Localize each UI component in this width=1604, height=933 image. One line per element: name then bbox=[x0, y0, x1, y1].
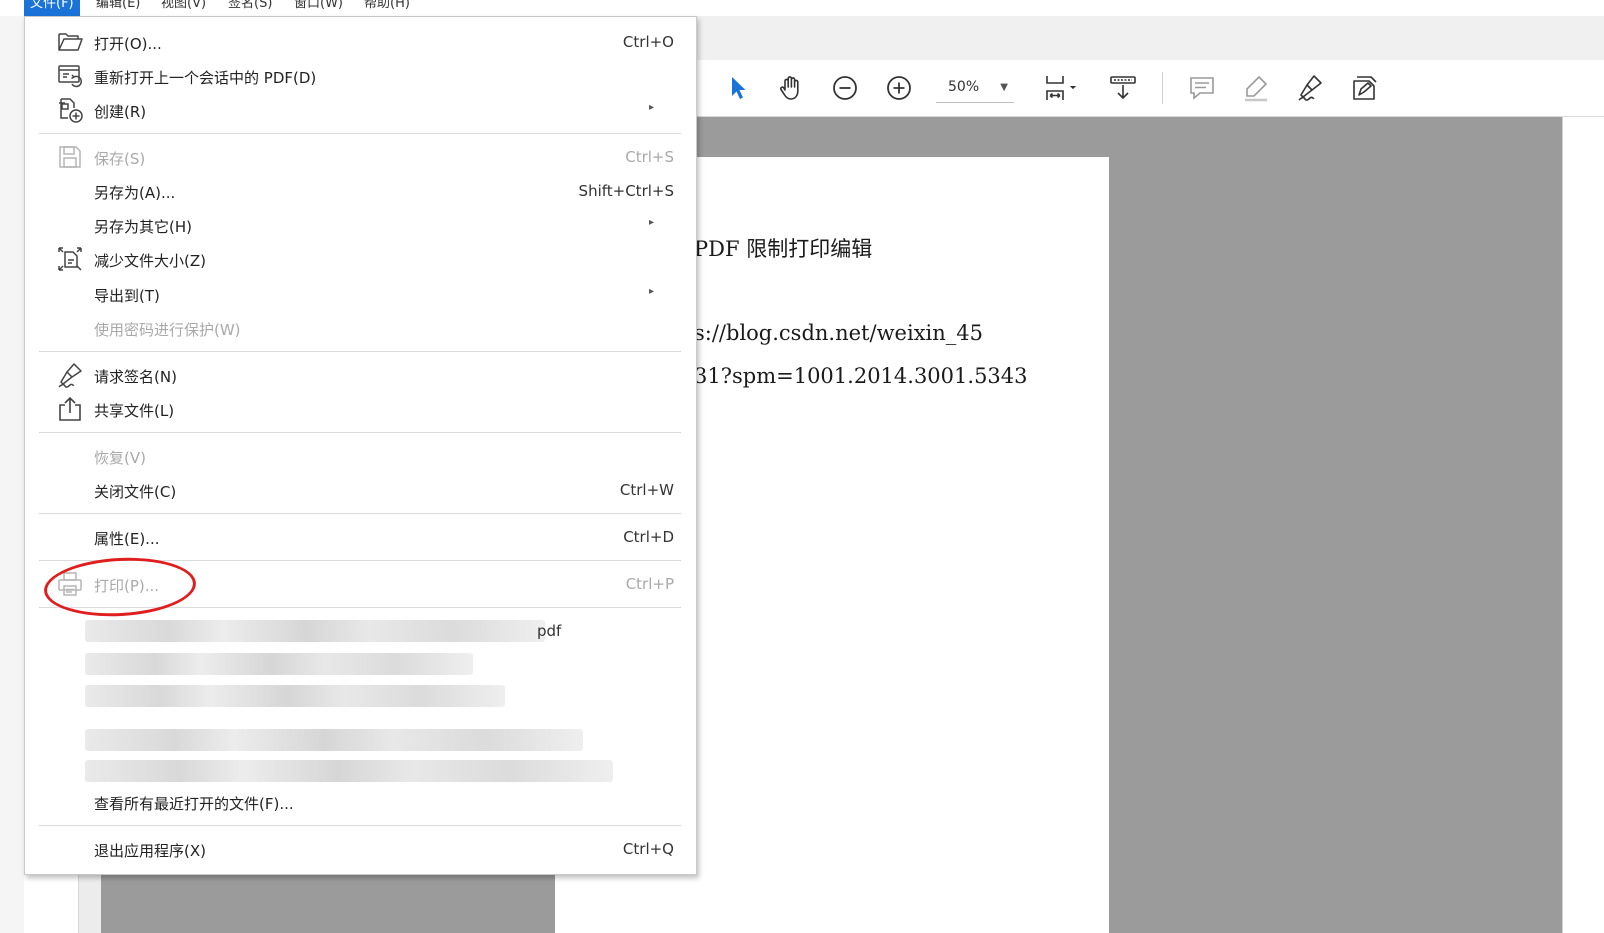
toolbar-separator bbox=[1162, 72, 1163, 104]
sign-icon[interactable] bbox=[1292, 70, 1328, 106]
menu-item-view-all-recent[interactable]: 查看所有最近打开的文件(F)... bbox=[25, 785, 696, 819]
reopen-session-icon bbox=[55, 61, 85, 91]
menu-bar: 文件(F) 编辑(E) 视图(V) 签名(S) 窗口(W) 帮助(H) bbox=[0, 0, 1604, 16]
page-fit-icon[interactable] bbox=[1036, 70, 1086, 106]
document-viewer-background-lower bbox=[100, 870, 555, 933]
submenu-arrow-icon: ▸ bbox=[649, 286, 655, 297]
left-rail bbox=[0, 16, 24, 933]
menu-item-request-signature[interactable]: 请求签名(N) bbox=[25, 358, 696, 392]
tab-strip bbox=[696, 16, 1604, 61]
menu-view[interactable]: 视图(V) bbox=[155, 0, 212, 16]
menu-sign[interactable]: 签名(S) bbox=[222, 0, 278, 16]
document-url-line-2: 31?spm=1001.2014.3001.5343 bbox=[694, 364, 1028, 388]
menu-item-label: 创建(R) bbox=[94, 103, 147, 121]
menu-edit[interactable]: 编辑(E) bbox=[90, 0, 146, 16]
shortcut-label: Ctrl+S bbox=[625, 148, 674, 166]
create-pdf-icon bbox=[55, 95, 85, 125]
menu-item-open[interactable]: 打开(O)... Ctrl+O bbox=[25, 25, 696, 59]
menu-help[interactable]: 帮助(H) bbox=[358, 0, 416, 16]
zoom-level-select[interactable]: 50% ▼ bbox=[936, 72, 1014, 103]
shortcut-label: Ctrl+O bbox=[622, 33, 674, 51]
folder-open-icon bbox=[55, 27, 85, 57]
hand-tool-icon[interactable] bbox=[773, 70, 809, 106]
zoom-in-icon[interactable] bbox=[881, 70, 917, 106]
menu-separator bbox=[39, 351, 681, 352]
menu-item-reopen-session[interactable]: 重新打开上一个会话中的 PDF(D) bbox=[25, 59, 696, 93]
share-icon bbox=[55, 394, 85, 424]
shortcut-label: Shift+Ctrl+S bbox=[578, 182, 674, 200]
signature-pen-icon bbox=[55, 360, 85, 390]
menu-item-label: 保存(S) bbox=[94, 150, 146, 168]
menu-item-create[interactable]: 创建(R) ▸ bbox=[25, 93, 696, 127]
recent-file-extension: pdf bbox=[537, 622, 562, 640]
recent-file-item-redacted[interactable] bbox=[85, 620, 545, 642]
menu-item-exit[interactable]: 退出应用程序(X) Ctrl+Q bbox=[25, 832, 696, 866]
menu-item-label: 退出应用程序(X) bbox=[94, 842, 206, 860]
shortcut-label: Ctrl+W bbox=[619, 481, 674, 499]
menu-item-label: 重新打开上一个会话中的 PDF(D) bbox=[94, 69, 317, 87]
menu-separator bbox=[39, 513, 681, 514]
chevron-down-icon: ▼ bbox=[1000, 81, 1008, 93]
menu-item-label: 使用密码进行保护(W) bbox=[94, 321, 241, 339]
document-url-line: s://blog.csdn.net/weixin_45 bbox=[694, 321, 983, 345]
menu-item-label: 另存为其它(H) bbox=[94, 218, 192, 236]
document-title-line: PDF 限制打印编辑 bbox=[694, 237, 873, 261]
menu-separator bbox=[39, 825, 681, 826]
scroll-mode-icon[interactable] bbox=[1105, 70, 1141, 106]
menu-item-label: 导出到(T) bbox=[94, 287, 160, 305]
shortcut-label: Ctrl+Q bbox=[622, 840, 674, 858]
navigation-pane-strip bbox=[78, 870, 101, 933]
menu-item-export-to[interactable]: 导出到(T) ▸ bbox=[25, 277, 696, 311]
toolbar: 50% ▼ bbox=[696, 60, 1604, 117]
recent-file-item-redacted[interactable] bbox=[85, 729, 583, 751]
menu-item-label: 打开(O)... bbox=[94, 35, 162, 53]
save-icon bbox=[55, 142, 85, 172]
zoom-out-icon[interactable] bbox=[827, 70, 863, 106]
highlight-icon[interactable] bbox=[1238, 70, 1274, 106]
menu-item-share-file[interactable]: 共享文件(L) bbox=[25, 392, 696, 426]
select-arrow-icon[interactable] bbox=[720, 70, 756, 106]
menu-file[interactable]: 文件(F) bbox=[24, 0, 80, 16]
menu-item-label: 减少文件大小(Z) bbox=[94, 252, 206, 270]
shortcut-label: Ctrl+P bbox=[625, 575, 674, 593]
shortcut-label: Ctrl+D bbox=[623, 528, 674, 546]
menu-item-revert[interactable]: 恢复(V) bbox=[25, 439, 696, 473]
compress-file-icon bbox=[55, 244, 85, 274]
submenu-arrow-icon: ▸ bbox=[649, 102, 655, 113]
menu-item-label: 另存为(A)... bbox=[94, 184, 176, 202]
menu-separator bbox=[39, 432, 681, 433]
recent-file-item-redacted[interactable] bbox=[85, 760, 613, 782]
vertical-scrollbar[interactable] bbox=[1562, 117, 1604, 933]
file-menu-dropdown: 打开(O)... Ctrl+O 重新打开上一个会话中的 PDF(D) 创建(R)… bbox=[24, 16, 697, 875]
menu-separator bbox=[39, 133, 681, 134]
menu-item-password-protect[interactable]: 使用密码进行保护(W) bbox=[25, 311, 696, 345]
menu-item-reduce-size[interactable]: 减少文件大小(Z) bbox=[25, 242, 696, 276]
menu-item-save[interactable]: 保存(S) Ctrl+S bbox=[25, 140, 696, 174]
menu-item-label: 恢复(V) bbox=[94, 449, 146, 467]
menu-item-label: 请求签名(N) bbox=[94, 368, 177, 386]
submenu-arrow-icon: ▸ bbox=[649, 217, 655, 228]
menu-item-label: 属性(E)... bbox=[94, 530, 160, 548]
recent-file-item-redacted[interactable] bbox=[85, 685, 505, 707]
menu-item-properties[interactable]: 属性(E)... Ctrl+D bbox=[25, 520, 696, 554]
menu-item-close-file[interactable]: 关闭文件(C) Ctrl+W bbox=[25, 473, 696, 507]
menu-item-label: 共享文件(L) bbox=[94, 402, 175, 420]
menu-item-save-as-other[interactable]: 另存为其它(H) ▸ bbox=[25, 208, 696, 242]
menu-item-label: 关闭文件(C) bbox=[94, 483, 177, 501]
recent-file-item-redacted[interactable] bbox=[85, 653, 473, 675]
menu-item-save-as[interactable]: 另存为(A)... Shift+Ctrl+S bbox=[25, 174, 696, 208]
zoom-level-value: 50% bbox=[948, 79, 980, 95]
menu-item-label: 查看所有最近打开的文件(F)... bbox=[94, 795, 294, 813]
comment-icon[interactable] bbox=[1184, 70, 1220, 106]
fill-sign-icon[interactable] bbox=[1346, 70, 1382, 106]
menu-window[interactable]: 窗口(W) bbox=[288, 0, 349, 16]
